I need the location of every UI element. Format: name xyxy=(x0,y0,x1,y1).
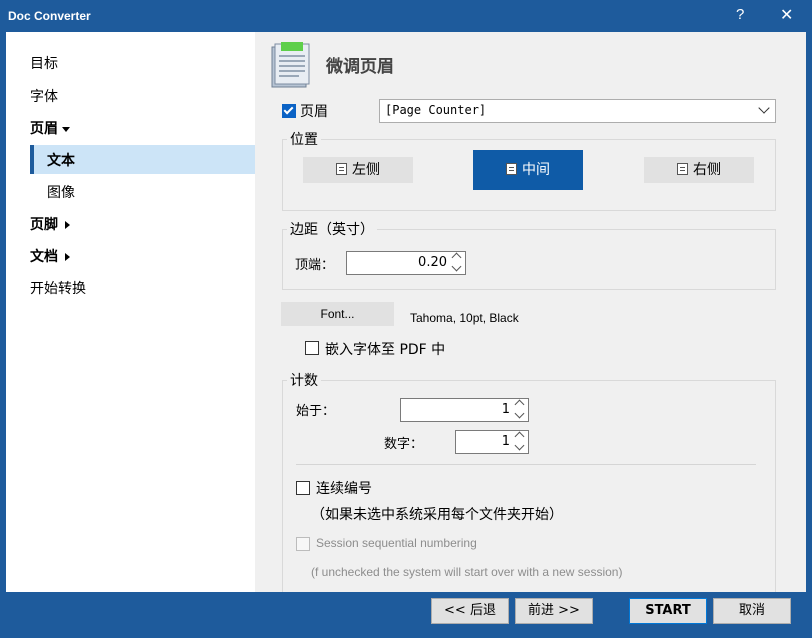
start-at-label: 始于： xyxy=(296,404,336,419)
position-group-label: 位置 xyxy=(287,129,321,149)
help-button[interactable]: ? xyxy=(736,6,744,23)
header-checkbox-label[interactable]: 页眉 xyxy=(300,101,328,121)
sidebar: 目标 字体 页眉 文本 图像 页脚 文档 开始转换 xyxy=(6,32,255,592)
align-center-icon xyxy=(506,163,517,175)
font-button[interactable]: Font... xyxy=(281,302,394,326)
continuous-numbering-label[interactable]: 连续编号 xyxy=(316,478,372,498)
sidebar-item-start-convert[interactable]: 开始转换 xyxy=(30,278,86,298)
sidebar-selection-bar xyxy=(30,145,34,174)
footer-bar: << 后退 前进 >> START 取消 xyxy=(6,592,806,632)
continuous-numbering-note: （如果未选中系统采用每个文件夹开始） xyxy=(311,507,563,523)
counter-group-label: 计数 xyxy=(287,370,321,390)
header-checkbox[interactable] xyxy=(282,104,296,118)
spinner-arrows-icon[interactable] xyxy=(451,252,463,273)
chevron-right-icon xyxy=(65,221,70,229)
counter-divider xyxy=(296,464,756,465)
back-button[interactable]: << 后退 xyxy=(431,598,509,624)
digits-label: 数字： xyxy=(384,437,424,452)
align-left-icon xyxy=(336,163,347,175)
document-header-icon xyxy=(270,41,314,89)
align-center-button[interactable]: 中间 xyxy=(473,150,583,190)
align-left-label: 左侧 xyxy=(352,162,380,178)
embed-font-checkbox[interactable] xyxy=(305,341,319,355)
check-icon xyxy=(283,104,294,115)
sidebar-item-document[interactable]: 文档 xyxy=(30,246,70,266)
main-panel: 微调页眉 页眉 [Page Counter] 位置 左侧 中间 右侧 边距（英寸… xyxy=(255,32,806,592)
sidebar-item-header-label: 页眉 xyxy=(30,121,58,137)
cancel-button[interactable]: 取消 xyxy=(713,598,791,624)
window-title: Doc Converter xyxy=(8,9,91,23)
sidebar-item-document-label: 文档 xyxy=(30,249,58,265)
continuous-numbering-checkbox[interactable] xyxy=(296,481,310,495)
sidebar-item-footer-label: 页脚 xyxy=(30,217,58,233)
next-button[interactable]: 前进 >> xyxy=(515,598,593,624)
top-margin-spinner[interactable]: 0.20 xyxy=(346,251,466,275)
margin-group-label: 边距（英寸） xyxy=(287,219,377,239)
top-margin-label: 顶端： xyxy=(295,258,335,273)
spinner-arrows-icon[interactable] xyxy=(514,431,526,452)
sidebar-item-target[interactable]: 目标 xyxy=(30,53,58,73)
start-at-spinner[interactable]: 1 xyxy=(400,398,529,422)
sidebar-item-header[interactable]: 页眉 xyxy=(30,118,70,138)
header-content-select-value: [Page Counter] xyxy=(385,103,487,117)
top-margin-value: 0.20 xyxy=(418,255,447,270)
align-left-button[interactable]: 左侧 xyxy=(303,157,413,183)
session-numbering-note: (f unchecked the system will start over … xyxy=(311,565,623,579)
sidebar-item-font[interactable]: 字体 xyxy=(30,86,58,106)
sidebar-item-footer[interactable]: 页脚 xyxy=(30,214,70,234)
chevron-down-icon xyxy=(62,126,70,132)
align-right-label: 右侧 xyxy=(693,162,721,178)
session-numbering-checkbox[interactable] xyxy=(296,537,310,551)
session-numbering-label[interactable]: Session sequential numbering xyxy=(316,536,477,550)
start-at-value: 1 xyxy=(501,402,510,417)
start-button[interactable]: START xyxy=(629,598,707,624)
sidebar-item-image[interactable]: 图像 xyxy=(47,182,75,202)
page-title: 微调页眉 xyxy=(326,57,394,77)
digits-spinner[interactable]: 1 xyxy=(455,430,529,454)
chevron-down-icon xyxy=(758,102,770,114)
embed-font-label[interactable]: 嵌入字体至 PDF 中 xyxy=(325,339,445,359)
chevron-right-icon xyxy=(65,253,70,261)
sidebar-item-text[interactable]: 文本 xyxy=(47,150,75,170)
align-right-icon xyxy=(677,163,688,175)
close-button[interactable]: ✕ xyxy=(780,5,793,24)
spinner-arrows-icon[interactable] xyxy=(514,399,526,420)
header-content-select[interactable]: [Page Counter] xyxy=(379,99,776,123)
title-bar: Doc Converter ? ✕ xyxy=(0,0,812,32)
align-center-label: 中间 xyxy=(522,162,550,178)
font-description: Tahoma, 10pt, Black xyxy=(410,311,519,325)
digits-value: 1 xyxy=(501,434,510,449)
align-right-button[interactable]: 右侧 xyxy=(644,157,754,183)
